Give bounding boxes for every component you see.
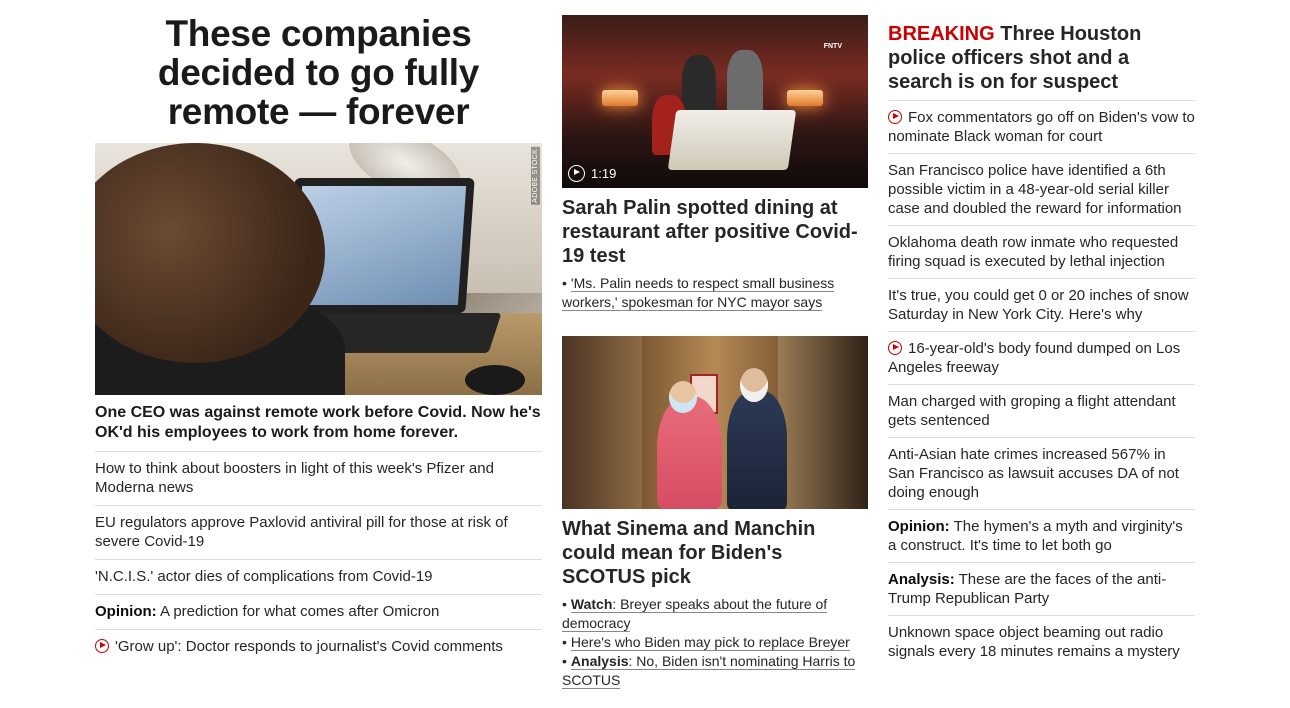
headline-link[interactable]: San Francisco police have identified a 6…: [888, 162, 1182, 217]
headline-link[interactable]: Unknown space object beaming out radio s…: [888, 624, 1180, 660]
related-item[interactable]: • 'Ms. Palin needs to respect small busin…: [562, 274, 868, 312]
list-item[interactable]: Man charged with groping a flight attend…: [888, 384, 1195, 437]
image-person-head: [740, 368, 768, 402]
related-item[interactable]: • Analysis: No, Biden isn't nominating Ha…: [562, 652, 868, 690]
related-link[interactable]: Analysis: No, Biden isn't nominating Har…: [562, 653, 856, 689]
image-mouse: [465, 365, 525, 395]
list-item[interactable]: It's true, you could get 0 or 20 inches …: [888, 278, 1195, 331]
video-play-icon: [888, 110, 902, 124]
hero-headline[interactable]: These companies decided to go fully remo…: [95, 14, 542, 131]
list-item[interactable]: 16-year-old's body found dumped on Los A…: [888, 331, 1195, 384]
bullet: •: [562, 634, 567, 650]
headline-link[interactable]: 16-year-old's body found dumped on Los A…: [888, 340, 1180, 376]
image-elevator-door: [562, 336, 642, 509]
analysis-label: Analysis:: [888, 571, 955, 588]
breaking-tag: BREAKING: [888, 23, 995, 45]
image-heater: [602, 90, 638, 106]
video-play-icon: [95, 639, 109, 653]
headline-link[interactable]: 'N.C.I.S.' actor dies of complications f…: [95, 568, 433, 585]
video-badge: 1:19: [568, 165, 616, 182]
image-person-head: [669, 381, 697, 413]
bullet: •: [562, 596, 567, 612]
list-item[interactable]: Opinion: The hymen's a myth and virginit…: [888, 509, 1195, 562]
opinion-label: Opinion:: [888, 518, 950, 535]
related-link[interactable]: Watch: Breyer speaks about the future of…: [562, 596, 828, 632]
image-person: [727, 391, 787, 509]
list-item[interactable]: Anti-Asian hate crimes increased 567% in…: [888, 437, 1195, 509]
related-item[interactable]: • Watch: Breyer speaks about the future o…: [562, 595, 868, 633]
middle-column: FNTV 1:19 Sarah Palin spotted dining at …: [562, 0, 868, 690]
headline-link[interactable]: It's true, you could get 0 or 20 inches …: [888, 287, 1189, 323]
palin-video-thumbnail[interactable]: FNTV 1:19: [562, 15, 868, 188]
image-person: [657, 396, 722, 509]
bullet: •: [562, 653, 567, 669]
watch-label: Watch: [570, 596, 613, 612]
related-item[interactable]: • Here's who Biden may pick to replace Br…: [562, 633, 868, 652]
list-item[interactable]: Fox commentators go off on Biden's vow t…: [888, 100, 1195, 153]
image-logo: FNTV: [823, 43, 842, 50]
left-headline-list: How to think about boosters in light of …: [95, 451, 542, 664]
headline-link[interactable]: Anti-Asian hate crimes increased 567% in…: [888, 446, 1179, 501]
headline-link[interactable]: Fox commentators go off on Biden's vow t…: [888, 109, 1195, 145]
image-diner: [682, 55, 716, 115]
video-duration: 1:19: [591, 166, 617, 181]
video-play-icon: [888, 341, 902, 355]
list-item[interactable]: 'N.C.I.S.' actor dies of complications f…: [95, 559, 542, 594]
hero-caption-link[interactable]: One CEO was against remote work before C…: [95, 403, 542, 443]
list-item[interactable]: Analysis: These are the faces of the ant…: [888, 562, 1195, 615]
sinema-manchin-image[interactable]: [562, 336, 868, 509]
image-heater: [787, 90, 823, 106]
play-icon: [568, 165, 585, 182]
left-column: These companies decided to go fully remo…: [95, 0, 542, 664]
image-diner: [727, 50, 763, 115]
hero-image[interactable]: ADOBE STOCK: [95, 143, 542, 395]
list-item[interactable]: EU regulators approve Paxlovid antiviral…: [95, 505, 542, 559]
breaking-headline[interactable]: BREAKING Three Houston police officers s…: [888, 22, 1195, 94]
right-headline-list: Fox commentators go off on Biden's vow t…: [888, 100, 1195, 668]
list-item[interactable]: Opinion: A prediction for what comes aft…: [95, 594, 542, 629]
sinema-headline[interactable]: What Sinema and Manchin could mean for B…: [562, 517, 868, 589]
list-item[interactable]: Oklahoma death row inmate who requested …: [888, 225, 1195, 278]
headline-link[interactable]: A prediction for what comes after Omicro…: [160, 603, 439, 620]
image-credit: ADOBE STOCK: [531, 147, 540, 205]
analysis-label: Analysis: [570, 653, 629, 669]
related-link[interactable]: Here's who Biden may pick to replace Bre…: [570, 634, 850, 651]
list-item[interactable]: How to think about boosters in light of …: [95, 451, 542, 505]
headline-link[interactable]: 'Grow up': Doctor responds to journalist…: [115, 638, 503, 655]
headline-link[interactable]: How to think about boosters in light of …: [95, 460, 494, 496]
palin-related-list: • 'Ms. Palin needs to respect small busin…: [562, 274, 868, 312]
sinema-related-list: • Watch: Breyer speaks about the future o…: [562, 595, 868, 690]
image-table: [667, 110, 797, 170]
headline-link[interactable]: Oklahoma death row inmate who requested …: [888, 234, 1178, 270]
headline-link[interactable]: EU regulators approve Paxlovid antiviral…: [95, 514, 508, 550]
right-column: BREAKING Three Houston police officers s…: [888, 0, 1195, 668]
palin-headline[interactable]: Sarah Palin spotted dining at restaurant…: [562, 196, 868, 268]
list-item[interactable]: 'Grow up': Doctor responds to journalist…: [95, 629, 542, 664]
bullet: •: [562, 275, 567, 291]
opinion-label: Opinion:: [95, 603, 157, 620]
list-item[interactable]: Unknown space object beaming out radio s…: [888, 615, 1195, 668]
image-elevator-door: [778, 336, 868, 509]
related-link[interactable]: 'Ms. Palin needs to respect small busine…: [562, 275, 835, 311]
list-item[interactable]: San Francisco police have identified a 6…: [888, 153, 1195, 225]
headline-link[interactable]: Man charged with groping a flight attend…: [888, 393, 1176, 429]
